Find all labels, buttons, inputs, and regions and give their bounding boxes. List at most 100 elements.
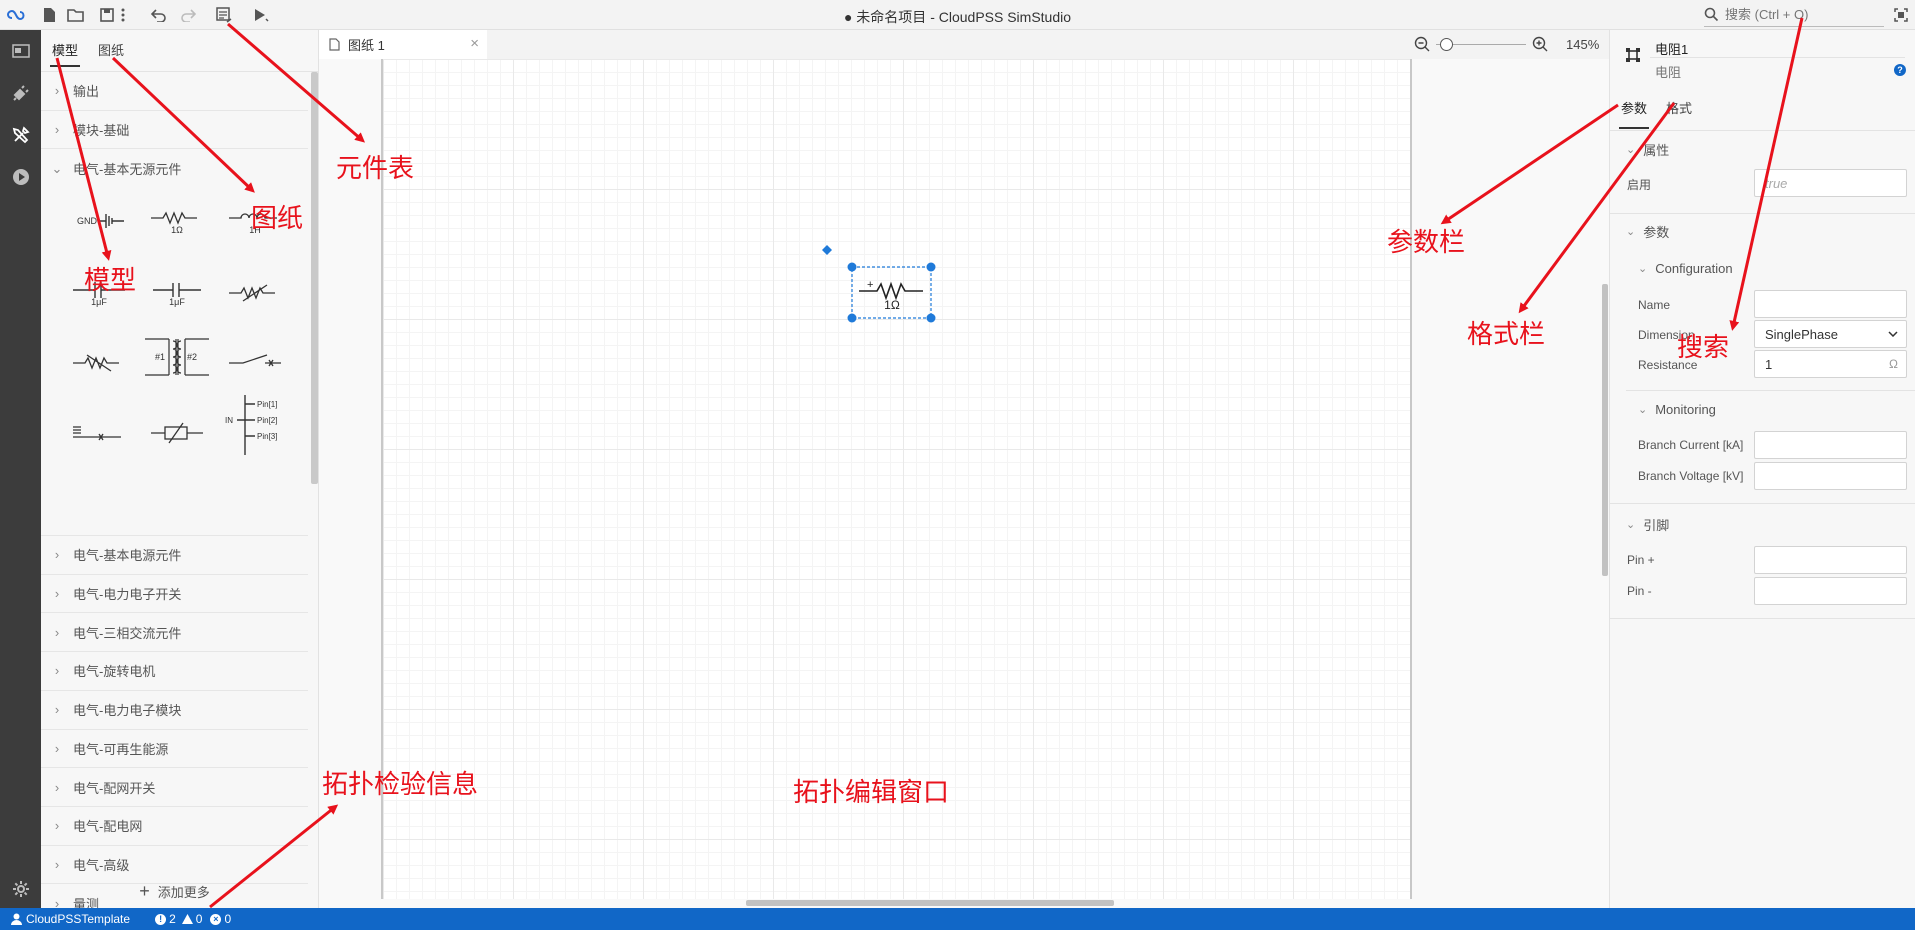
variable-resistor-2-component[interactable] <box>65 336 133 390</box>
add-more-button[interactable]: + 添加更多 <box>41 874 308 908</box>
search-box[interactable] <box>1704 3 1884 27</box>
section-pins[interactable]: ⌄ 引脚 <box>1626 515 1669 534</box>
branch-voltage-field[interactable] <box>1754 462 1907 490</box>
category-power-sources[interactable]: › 电气-基本电源元件 <box>41 536 308 575</box>
user-name[interactable]: CloudPSSTemplate <box>26 912 130 926</box>
breaker-component[interactable] <box>65 406 133 460</box>
pin-minus-label: Pin - <box>1627 584 1652 598</box>
bus-splitter-component[interactable]: IN Pin[1] Pin[2] Pin[3] <box>221 390 289 460</box>
component-icon <box>1626 48 1640 62</box>
topology-editor-canvas[interactable]: + 1Ω <box>319 59 1609 908</box>
pin-minus-field[interactable] <box>1754 577 1907 605</box>
library-scrollbar[interactable] <box>311 72 318 484</box>
zoom-level: 145% <box>1566 36 1600 52</box>
category-label: 电气-配网开关 <box>73 780 156 796</box>
chevron-down-icon: ⌄ <box>1638 263 1648 275</box>
category-distribution-switches[interactable]: › 电气-配网开关 <box>41 768 308 807</box>
fullscreen-icon[interactable] <box>1890 4 1912 26</box>
info-icon[interactable]: ! <box>155 913 167 925</box>
save-icon[interactable] <box>96 4 118 26</box>
component-library-panel: 模型 图纸 › 输出 › 模块-基础 ⌄ 电气-基本无源元件 GND 1Ω 1H… <box>41 30 319 923</box>
overview-icon[interactable] <box>8 38 34 64</box>
category-module-basic[interactable]: › 模块-基础 <box>41 111 308 150</box>
chevron-right-icon: › <box>54 586 60 602</box>
category-label: 电气-基本电源元件 <box>73 548 182 564</box>
component-palette: GND 1Ω 1H 1μF 1μF #1 #2 IN Pin[1] Pin[2]… <box>41 188 308 537</box>
activity-bar <box>0 30 41 908</box>
properties-panel: 电阻1 电阻 ? 参数 格式 ⌄ 属性 启用 true ⌄ 参数 ⌄ Confi… <box>1609 30 1915 908</box>
name-label: Name <box>1638 298 1671 312</box>
resistor-instance-value: 1Ω <box>884 298 900 312</box>
enable-field[interactable]: true <box>1754 169 1907 197</box>
group-configuration[interactable]: ⌄ Configuration <box>1638 261 1733 276</box>
tab-format[interactable]: 格式 <box>1666 98 1692 117</box>
category-distribution-network[interactable]: › 电气-配电网 <box>41 807 308 846</box>
zoom-in-icon[interactable] <box>1532 36 1548 52</box>
error-icon[interactable]: × <box>210 913 222 925</box>
dimension-value: SinglePhase <box>1765 326 1838 342</box>
cloudpss-logo-icon[interactable] <box>5 4 27 26</box>
category-power-electronic-modules[interactable]: › 电气-电力电子模块 <box>41 691 308 730</box>
settings-icon[interactable] <box>8 876 34 902</box>
annotation-topology-info: 拓扑检验信息 <box>322 770 479 800</box>
pin-plus-field[interactable] <box>1754 546 1907 574</box>
undo-icon[interactable] <box>148 4 170 26</box>
category-rotating-machines[interactable]: › 电气-旋转电机 <box>41 652 308 691</box>
status-bar: CloudPSSTemplate ! 2 0 × 0 <box>0 908 1915 930</box>
capacitor-component[interactable]: 1μF <box>143 266 211 320</box>
ground-component[interactable]: GND <box>65 194 133 248</box>
close-icon[interactable]: × <box>470 35 479 52</box>
component-table-icon[interactable] <box>213 4 235 26</box>
plugin-icon[interactable] <box>8 80 34 106</box>
name-field[interactable] <box>1754 290 1907 318</box>
horizontal-scrollbar[interactable] <box>746 900 1114 906</box>
group-monitoring[interactable]: ⌄ Monitoring <box>1638 402 1716 417</box>
section-attributes[interactable]: ⌄ 属性 <box>1626 140 1669 159</box>
more-icon[interactable] <box>117 4 129 26</box>
tab-sheet-1[interactable]: 图纸 1 × <box>319 30 487 59</box>
category-power-electronic-switches[interactable]: › 电气-电力电子开关 <box>41 575 308 614</box>
zoom-slider[interactable] <box>1436 36 1526 52</box>
title-bar: ● 未命名项目 - CloudPSS SimStudio <box>0 0 1915 30</box>
warning-icon[interactable] <box>181 914 193 924</box>
capacitor-value: 1μF <box>91 297 107 307</box>
window-title: ● 未命名项目 - CloudPSS SimStudio <box>843 9 1072 25</box>
vertical-scrollbar[interactable] <box>1602 284 1608 576</box>
chevron-right-icon: › <box>54 856 60 872</box>
annotation-model: 模型 <box>84 266 137 296</box>
annotation-topology-editor: 拓扑编辑窗口 <box>793 778 950 808</box>
simulation-icon[interactable] <box>8 164 34 190</box>
new-file-icon[interactable] <box>38 4 60 26</box>
resistor-component[interactable]: 1Ω <box>143 194 211 248</box>
category-three-phase[interactable]: › 电气-三相交流元件 <box>41 613 308 653</box>
resistance-field[interactable]: 1 Ω <box>1754 350 1907 378</box>
tab-sheet[interactable]: 图纸 <box>98 40 124 59</box>
search-input[interactable] <box>1725 7 1875 22</box>
run-icon[interactable] <box>250 4 272 26</box>
zoom-out-icon[interactable] <box>1414 36 1430 52</box>
surge-arrester-component[interactable] <box>143 406 211 460</box>
category-output[interactable]: › 输出 <box>41 72 308 111</box>
transformer-component[interactable]: #1 #2 <box>143 330 211 384</box>
zoom-slider-handle[interactable] <box>1440 38 1453 51</box>
redo-icon[interactable] <box>177 4 199 26</box>
help-icon[interactable]: ? <box>1894 64 1906 76</box>
dimension-select[interactable]: SinglePhase <box>1754 320 1907 348</box>
resistor-instance[interactable]: + 1Ω <box>819 242 939 332</box>
category-renewables[interactable]: › 电气-可再生能源 <box>41 730 308 769</box>
tab-model[interactable]: 模型 <box>49 40 81 67</box>
tab-params[interactable]: 参数 <box>1621 98 1647 117</box>
open-folder-icon[interactable] <box>65 4 87 26</box>
component-name: 电阻1 <box>1655 42 1689 57</box>
switch-component[interactable] <box>221 336 289 390</box>
section-params[interactable]: ⌄ 参数 <box>1626 222 1669 241</box>
variable-resistor-component[interactable] <box>221 266 289 320</box>
branch-current-field[interactable] <box>1754 431 1907 459</box>
category-label: 电气-旋转电机 <box>73 664 156 680</box>
section-title: 属性 <box>1643 143 1670 158</box>
tools-icon[interactable] <box>8 122 34 148</box>
section-title: 引脚 <box>1643 518 1670 533</box>
category-passive-elements[interactable]: ⌄ 电气-基本无源元件 <box>41 149 308 188</box>
zoom-control: 145% <box>1414 30 1599 58</box>
branch-voltage-label: Branch Voltage [kV] <box>1638 469 1744 483</box>
